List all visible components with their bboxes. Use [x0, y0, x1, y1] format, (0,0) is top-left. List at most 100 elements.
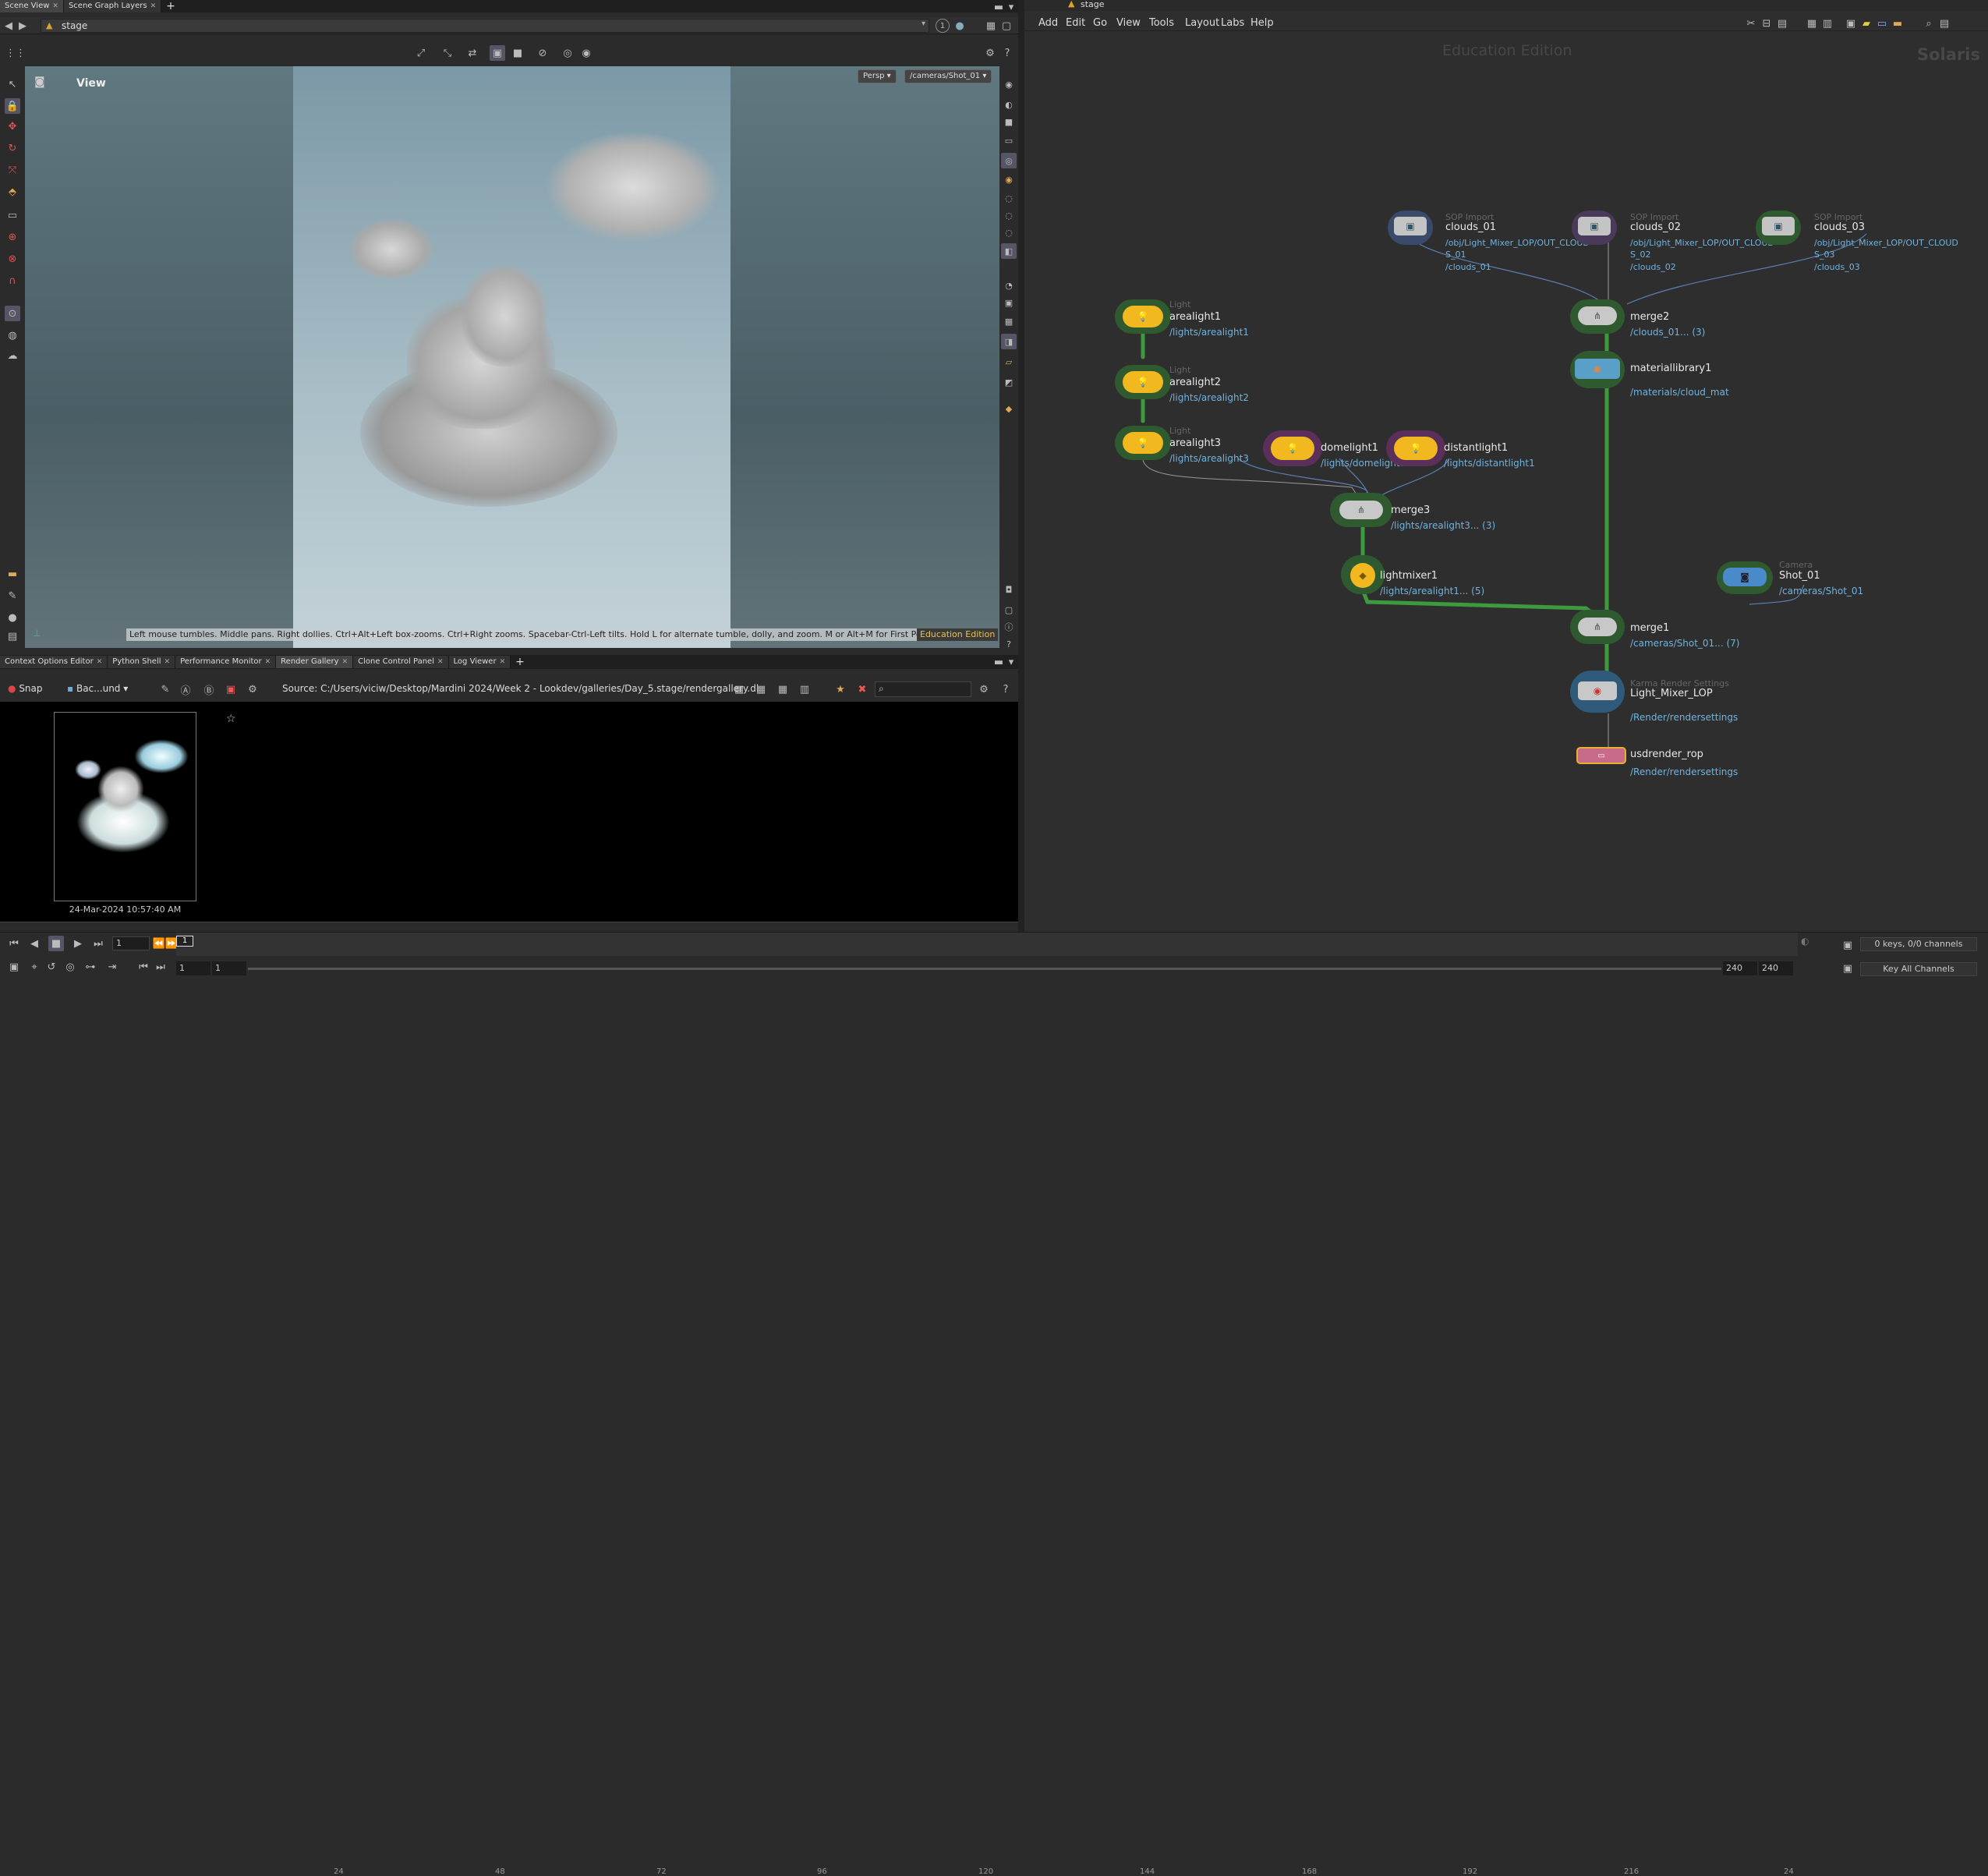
frame-field[interactable]: 1 — [112, 936, 150, 950]
grid-medium-icon[interactable]: ▦ — [753, 681, 769, 697]
shadow-icon[interactable]: ◧ — [1001, 243, 1017, 259]
tab-python-shell[interactable]: Python Shell ✕ — [108, 656, 176, 668]
bulb2-icon[interactable]: ◌ — [1001, 207, 1017, 223]
gallery-search-input[interactable]: ⌕ — [875, 681, 971, 697]
add-tab-icon[interactable]: + — [511, 656, 529, 668]
panel-icon[interactable]: ▢ — [999, 19, 1013, 33]
tab-render-gallery[interactable]: Render Gallery ✕ — [276, 656, 354, 668]
forward-icon[interactable]: ▶ — [16, 19, 30, 33]
tab-log-viewer[interactable]: Log Viewer ✕ — [448, 656, 511, 668]
camera-bin-icon[interactable]: ▤ — [5, 628, 20, 644]
view-tool-icon[interactable]: ⊙ — [5, 306, 20, 321]
info-icon[interactable]: ⓘ — [1001, 619, 1017, 635]
favorite-star-icon[interactable]: ☆ — [226, 713, 236, 725]
shading-icon[interactable]: ■ — [510, 45, 525, 61]
snap-button[interactable]: ● Snap — [8, 683, 43, 694]
end-frame-field-2[interactable]: 240 — [1759, 961, 1793, 975]
arealight1-node[interactable]: 💡 — [1123, 306, 1163, 327]
headlight-icon[interactable]: ◎ — [1001, 153, 1017, 168]
ab-icon[interactable]: ▣ — [223, 681, 239, 697]
lock-icon[interactable]: ■ — [1001, 114, 1017, 129]
key-all-channels-button[interactable]: Key All Channels — [1860, 962, 1977, 976]
range-icon[interactable]: ⊶ — [83, 959, 98, 975]
ruler-icon[interactable]: ▱ — [1001, 354, 1017, 370]
clouds-01-node[interactable]: ▣ — [1394, 217, 1427, 235]
sound-icon[interactable]: ◎ — [62, 959, 78, 975]
screenshot-icon[interactable]: ◘ — [1001, 582, 1017, 597]
display-icon[interactable]: ▣ — [490, 45, 505, 61]
lock-tool-icon[interactable]: 🔒 — [5, 98, 20, 114]
playhead[interactable]: 1 — [176, 936, 193, 947]
scale-tool-icon[interactable]: ⤧ — [5, 162, 20, 178]
audio-icon[interactable]: ◐ — [1801, 936, 1818, 953]
close-icon[interactable]: ✕ — [164, 658, 171, 666]
clouds-02-node[interactable]: ▣ — [1578, 217, 1611, 235]
render-thumbnail[interactable] — [54, 712, 196, 901]
eye-icon[interactable]: ◉ — [1001, 76, 1017, 92]
settings-gear-icon[interactable]: ⚙ — [982, 45, 998, 61]
vis-icon[interactable]: ◔ — [1001, 278, 1017, 293]
tab-scene-graph-layers[interactable]: Scene Graph Layers ✕ — [63, 0, 162, 12]
key-all-icon[interactable]: ▣ — [1840, 961, 1855, 976]
lightmixer1-node[interactable]: ◆ — [1350, 563, 1375, 588]
keys-icon[interactable]: ▣ — [1840, 937, 1855, 953]
flag-icon[interactable]: ◆ — [1001, 401, 1017, 416]
cloud-icon[interactable]: ☁ — [5, 348, 20, 363]
record-icon[interactable]: ● — [5, 610, 20, 625]
bulb-icon[interactable]: ◌ — [1001, 190, 1017, 206]
back-icon[interactable]: ◀ — [2, 19, 16, 33]
filter-icon[interactable]: ★ — [833, 681, 848, 697]
play-icon[interactable]: ▶ — [70, 936, 86, 951]
merge3-node[interactable]: ⋔ — [1339, 501, 1383, 519]
tab-clone-control[interactable]: Clone Control Panel ✕ — [353, 656, 449, 668]
snapshot-icon[interactable]: ◩ — [1001, 374, 1017, 390]
link-icon[interactable]: ● — [953, 19, 967, 33]
range-end-icon[interactable]: ⏭ — [153, 959, 168, 975]
menu-icon[interactable]: ▾ — [1004, 0, 1018, 14]
stop-icon[interactable]: ■ — [48, 936, 64, 951]
persp-menu[interactable]: Persp ▾ — [858, 69, 897, 83]
close-icon[interactable]: ✕ — [97, 658, 103, 666]
edit-tool-icon[interactable]: ⊗ — [5, 251, 20, 267]
display-option-icon[interactable]: ▭ — [1001, 133, 1017, 148]
magnet-icon[interactable]: ∩ — [5, 273, 20, 288]
light-mixer-lop-node[interactable]: ◉ — [1578, 681, 1617, 700]
realtime-icon[interactable]: ▣ — [6, 959, 22, 975]
bg-icon[interactable]: ▦ — [1001, 313, 1017, 329]
pointer-tool-icon[interactable]: ↖ — [5, 76, 20, 92]
grid-menu-icon[interactable]: ⋮⋮ — [5, 45, 26, 61]
keyframe-icon[interactable]: ▬ — [5, 566, 20, 582]
start-frame-field-2[interactable]: 1 — [212, 961, 246, 975]
timeline-track[interactable]: 1 — [176, 933, 1798, 956]
close-icon[interactable]: ✕ — [342, 658, 348, 666]
lights-icon[interactable]: ◎ — [560, 45, 575, 61]
delete-icon[interactable]: ✖ — [854, 681, 870, 697]
layout-icon[interactable]: ▦ — [984, 19, 998, 33]
tag-icon[interactable]: ✎ — [157, 681, 173, 697]
stop-icon[interactable]: ⊘ — [535, 45, 550, 61]
rotate-tool-icon[interactable]: ↻ — [5, 140, 20, 156]
background-menu[interactable]: ▪ Bac...und ▾ — [67, 683, 128, 694]
tab-context-options[interactable]: Context Options Editor ✕ — [0, 656, 108, 668]
help-icon[interactable]: ? — [998, 681, 1013, 697]
merge1-node[interactable]: ⋔ — [1578, 618, 1617, 636]
render-region-icon[interactable]: ◍ — [5, 327, 20, 343]
gear2-icon[interactable]: ⚙ — [245, 681, 260, 697]
move-tool-icon[interactable]: ✥ — [5, 119, 20, 134]
grid-small-icon[interactable]: ▦ — [731, 681, 747, 697]
close-icon[interactable]: ✕ — [52, 2, 58, 10]
guide-icon[interactable]: ◨ — [1001, 334, 1017, 349]
bulb3-icon[interactable]: ◌ — [1001, 225, 1017, 240]
brush-icon[interactable]: ✎ — [5, 588, 20, 604]
a-icon[interactable]: Ⓐ — [178, 681, 193, 697]
jump-end-icon[interactable]: ⏭ — [90, 936, 106, 951]
domelight1-node[interactable]: 💡 — [1271, 437, 1314, 460]
camera-menu[interactable]: /cameras/Shot_01 ▾ — [904, 69, 992, 83]
start-frame-field[interactable]: 1 — [176, 961, 210, 975]
help2-icon[interactable]: ? — [1001, 636, 1017, 652]
menu-icon[interactable]: ▾ — [1004, 655, 1018, 669]
jump-start-icon[interactable]: ⏮ — [6, 936, 22, 951]
bookmark-icon[interactable]: ⌖ — [27, 959, 42, 975]
arealight3-node[interactable]: 💡 — [1123, 432, 1163, 454]
step-back-icon[interactable]: ◀ — [27, 936, 42, 951]
